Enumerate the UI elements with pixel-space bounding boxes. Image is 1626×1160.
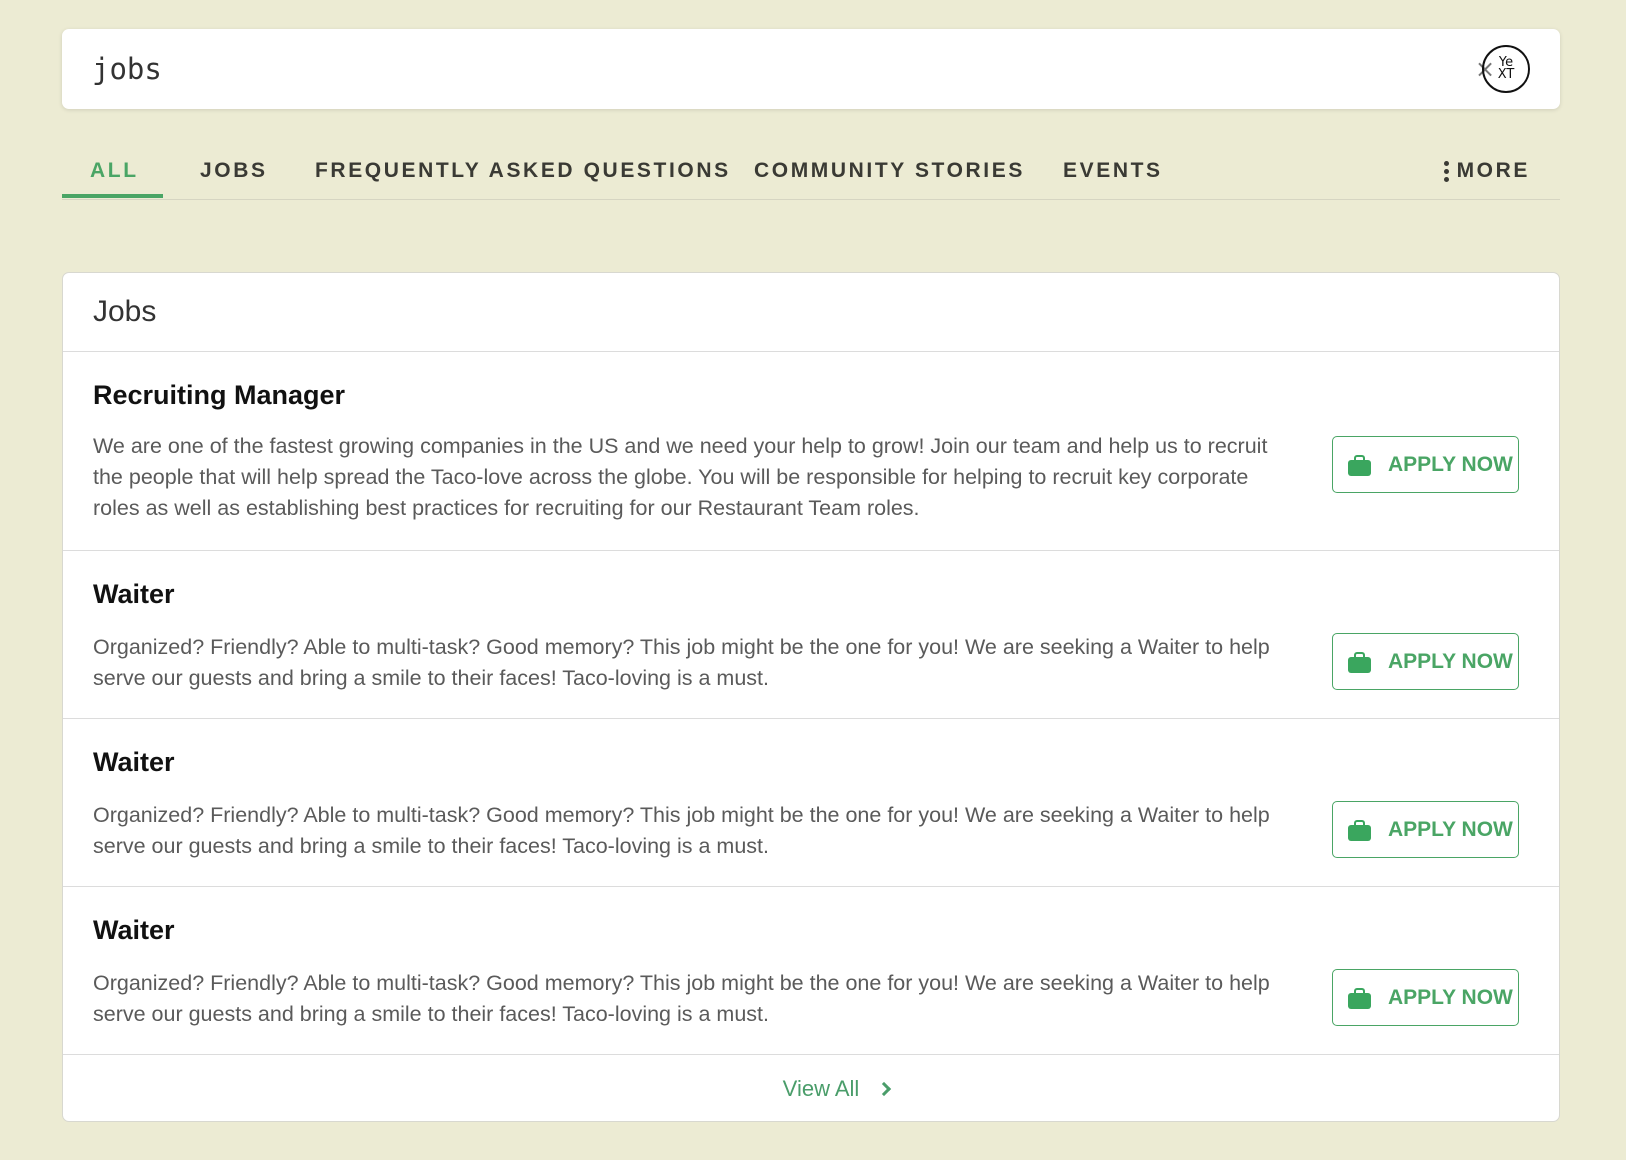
search-bar: × Ye XT [62, 29, 1560, 109]
tab-label: COMMUNITY STORIES [754, 159, 1025, 182]
apply-label: APPLY NOW [1388, 817, 1513, 841]
tab-events[interactable]: EVENTS [1063, 148, 1163, 199]
apply-now-button[interactable]: APPLY NOW [1332, 801, 1519, 858]
tab-all[interactable]: ALL [90, 148, 139, 199]
job-result-row: Waiter Organized? Friendly? Able to mult… [63, 551, 1559, 719]
apply-now-button[interactable]: APPLY NOW [1332, 633, 1519, 690]
job-result-row: Waiter Organized? Friendly? Able to mult… [63, 719, 1559, 887]
job-title[interactable]: Waiter [93, 915, 175, 946]
tab-label: ALL [90, 159, 139, 182]
briefcase-icon [1348, 454, 1371, 476]
job-result-row: Waiter Organized? Friendly? Able to mult… [63, 887, 1559, 1055]
section-footer: View All [63, 1055, 1559, 1121]
jobs-section-card: Jobs Recruiting Manager We are one of th… [62, 272, 1560, 1122]
page: × Ye XT ALL JOBS FREQUENTLY ASKED QUESTI… [0, 0, 1626, 1160]
job-description: Organized? Friendly? Able to multi-task?… [93, 971, 1270, 1026]
apply-now-button[interactable]: APPLY NOW [1332, 969, 1519, 1026]
section-title: Jobs [93, 295, 157, 328]
yext-logo-search-button[interactable]: Ye XT [1482, 45, 1530, 93]
tab-label: EVENTS [1063, 159, 1163, 182]
apply-label: APPLY NOW [1388, 985, 1513, 1009]
apply-label: APPLY NOW [1388, 452, 1513, 476]
tab-label: FREQUENTLY ASKED QUESTIONS [315, 159, 731, 182]
briefcase-icon [1348, 819, 1371, 841]
kebab-icon [1443, 160, 1449, 182]
active-tab-underline [62, 194, 163, 198]
logo-text-bottom: XT [1497, 67, 1515, 82]
apply-label: APPLY NOW [1388, 649, 1513, 673]
job-title[interactable]: Waiter [93, 579, 175, 610]
tab-community-stories[interactable]: COMMUNITY STORIES [754, 148, 1025, 199]
chevron-right-icon [877, 1081, 892, 1097]
job-description: Organized? Friendly? Able to multi-task?… [93, 635, 1270, 690]
job-result-row: Recruiting Manager We are one of the fas… [63, 352, 1559, 551]
job-description: We are one of the fastest growing compan… [93, 434, 1268, 520]
apply-now-button[interactable]: APPLY NOW [1332, 436, 1519, 493]
view-all-label: View All [782, 1076, 860, 1101]
briefcase-icon [1348, 987, 1371, 1009]
briefcase-icon [1348, 651, 1371, 673]
tab-jobs[interactable]: JOBS [200, 148, 268, 199]
search-input[interactable] [92, 47, 1392, 91]
more-tabs-button[interactable]: MORE [1443, 148, 1530, 194]
job-title[interactable]: Recruiting Manager [93, 380, 345, 411]
job-title[interactable]: Waiter [93, 747, 175, 778]
view-all-link[interactable]: View All [782, 1076, 892, 1102]
vertical-nav-tabs: ALL JOBS FREQUENTLY ASKED QUESTIONS COMM… [62, 148, 1560, 200]
tab-faqs[interactable]: FREQUENTLY ASKED QUESTIONS [315, 148, 731, 199]
tab-label: JOBS [200, 159, 268, 182]
more-label: MORE [1456, 159, 1530, 182]
section-header: Jobs [63, 273, 1559, 352]
job-description: Organized? Friendly? Able to multi-task?… [93, 803, 1270, 858]
